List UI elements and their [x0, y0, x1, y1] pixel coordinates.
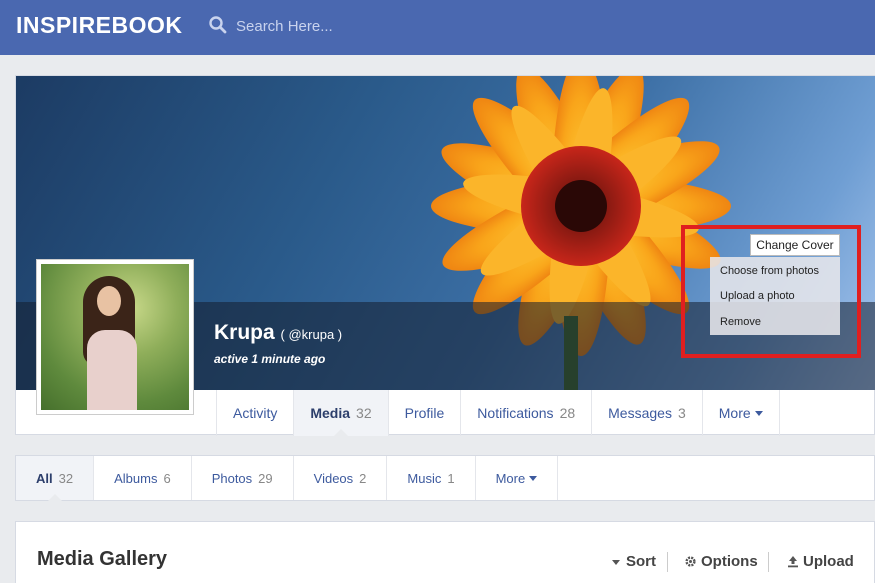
tab-notifications[interactable]: Notifications 28	[461, 390, 593, 436]
profile-card: Krupa ( @krupa ) active 1 minute ago Cha…	[15, 75, 875, 436]
media-tab-photos[interactable]: Photos 29	[192, 456, 294, 500]
media-tab-albums[interactable]: Albums 6	[94, 456, 192, 500]
media-tab-more[interactable]: More	[476, 456, 559, 500]
media-tab-music[interactable]: Music 1	[387, 456, 476, 500]
menu-item-choose-from-photos[interactable]: Choose from photos	[720, 265, 819, 277]
search-icon[interactable]	[208, 15, 228, 35]
tab-profile[interactable]: Profile	[389, 390, 462, 436]
tab-count: 29	[258, 470, 273, 486]
chevron-down-icon	[754, 410, 763, 416]
media-gallery-card: Media Gallery Sort Options Upload	[15, 521, 875, 583]
cover-dropdown-menu: Choose from photos Upload a photo Remove	[710, 257, 840, 335]
media-tab-all[interactable]: All 32	[16, 456, 95, 501]
top-navbar: INSPIREBOOK	[0, 0, 875, 55]
gear-icon	[685, 556, 696, 567]
media-filter-tabs: All 32 Albums 6 Photos 29 Videos 2 Music…	[15, 455, 875, 501]
tab-count: 32	[356, 405, 372, 421]
menu-item-upload-photo[interactable]: Upload a photo	[720, 290, 795, 302]
menu-item-remove[interactable]: Remove	[720, 316, 761, 328]
tab-activity[interactable]: Activity	[217, 390, 295, 436]
options-button[interactable]: Options	[684, 553, 758, 570]
profile-tabs: Activity Media 32 Profile Notifications …	[216, 390, 780, 436]
tab-count: 2	[359, 470, 367, 486]
tab-count: 28	[559, 405, 576, 421]
divider	[667, 552, 668, 572]
upload-button[interactable]: Upload	[787, 553, 854, 570]
tab-more[interactable]: More	[703, 390, 780, 436]
media-tab-videos[interactable]: Videos 2	[294, 456, 388, 500]
profile-name[interactable]: Krupa ( @krupa )	[214, 321, 342, 345]
profile-status: active 1 minute ago	[214, 352, 326, 366]
change-cover-button[interactable]: Change Cover	[750, 234, 840, 256]
site-logo[interactable]: INSPIREBOOK	[16, 12, 183, 39]
chevron-down-icon	[529, 475, 538, 481]
tab-count: 3	[677, 405, 686, 421]
sort-icon	[612, 559, 620, 565]
upload-icon	[788, 556, 798, 568]
profile-name-text: Krupa	[214, 321, 275, 344]
sort-button[interactable]: Sort	[610, 553, 656, 570]
tab-messages[interactable]: Messages 3	[592, 390, 703, 436]
avatar[interactable]	[36, 259, 194, 415]
gallery-title: Media Gallery	[37, 548, 168, 570]
search-input[interactable]	[236, 12, 496, 40]
profile-handle: ( @krupa )	[280, 327, 343, 342]
tab-media[interactable]: Media 32	[294, 390, 389, 436]
tab-count: 32	[58, 470, 74, 486]
divider	[768, 552, 769, 572]
avatar-photo	[41, 264, 189, 410]
tab-count: 1	[447, 470, 455, 486]
tab-count: 6	[163, 470, 171, 486]
